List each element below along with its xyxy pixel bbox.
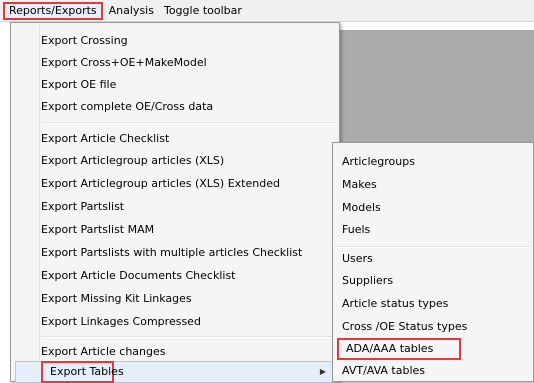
submenu-item-article-status-types[interactable]: Article status types bbox=[335, 293, 531, 315]
menu-item-export-articlegroup-xls-extended[interactable]: Export Articlegroup articles (XLS) Exten… bbox=[13, 173, 337, 195]
menu-item-export-oe-file[interactable]: Export OE file bbox=[13, 74, 337, 96]
menu-item-export-partslists-multiple[interactable]: Export Partslists with multiple articles… bbox=[13, 242, 337, 264]
menubar: Reports/Exports Analysis Toggle toolbar bbox=[0, 0, 534, 22]
menu-item-export-missing-kit-linkages[interactable]: Export Missing Kit Linkages bbox=[13, 288, 337, 310]
submenu-item-models[interactable]: Models bbox=[335, 197, 531, 219]
submenu-item-makes[interactable]: Makes bbox=[335, 174, 531, 196]
submenu-item-cross-oe-status-types[interactable]: Cross /OE Status types bbox=[335, 316, 531, 338]
submenu-item-avt-ava-tables[interactable]: AVT/AVA tables bbox=[335, 360, 531, 382]
menu-item-export-article-changes[interactable]: Export Article changes bbox=[13, 341, 337, 363]
submenu-item-ada-aaa-tables[interactable]: ADA/AAA tables bbox=[337, 338, 461, 360]
menu-item-export-complete-oe-cross[interactable]: Export complete OE/Cross data bbox=[13, 96, 337, 118]
submenu-item-suppliers[interactable]: Suppliers bbox=[335, 270, 531, 292]
menu-item-export-article-documents[interactable]: Export Article Documents Checklist bbox=[13, 265, 337, 287]
menu-reports-exports[interactable]: Reports/Exports bbox=[3, 1, 103, 20]
menu-item-export-article-checklist[interactable]: Export Article Checklist bbox=[13, 128, 337, 150]
workspace-background bbox=[340, 30, 534, 142]
menu-analysis[interactable]: Analysis bbox=[105, 2, 158, 20]
submenu-arrow-icon: ▶ bbox=[319, 367, 326, 376]
submenu-item-articlegroups[interactable]: Articlegroups bbox=[335, 151, 531, 173]
export-tables-submenu: Articlegroups Makes Models Fuels Users S… bbox=[332, 142, 534, 382]
submenu-item-fuels[interactable]: Fuels bbox=[335, 219, 531, 241]
menu-separator bbox=[41, 336, 337, 338]
reports-exports-dropdown: Export Crossing Export Cross+OE+MakeMode… bbox=[10, 22, 340, 383]
menu-separator bbox=[41, 122, 337, 124]
menu-item-export-crossing[interactable]: Export Crossing bbox=[13, 30, 337, 52]
menu-item-export-tables[interactable]: Export Tables bbox=[41, 361, 124, 383]
menu-item-export-cross-oe-makemodel[interactable]: Export Cross+OE+MakeModel bbox=[13, 52, 337, 74]
menu-item-export-linkages-compressed[interactable]: Export Linkages Compressed bbox=[13, 311, 337, 333]
menu-toggle-toolbar[interactable]: Toggle toolbar bbox=[160, 2, 246, 20]
menu-item-export-partslist-mam[interactable]: Export Partslist MAM bbox=[13, 219, 337, 241]
menu-item-export-partslist[interactable]: Export Partslist bbox=[13, 196, 337, 218]
workspace-top bbox=[340, 22, 534, 30]
menu-item-export-articlegroup-xls[interactable]: Export Articlegroup articles (XLS) bbox=[13, 150, 337, 172]
submenu-item-users[interactable]: Users bbox=[335, 248, 531, 270]
